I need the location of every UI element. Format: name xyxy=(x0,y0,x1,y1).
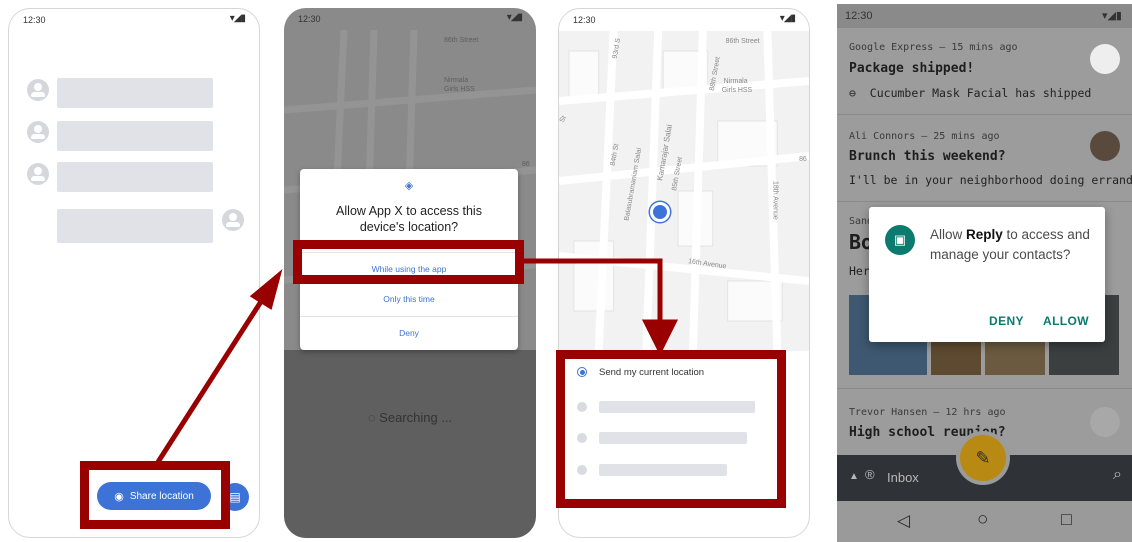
dialog-title: Allow App X to access this device's loca… xyxy=(336,204,482,234)
highlight-share-button xyxy=(80,461,230,529)
contacts-icon: ▣ xyxy=(885,225,915,255)
highlight-send-location xyxy=(556,350,786,508)
email-preview: I'll be in your neighborhood doing erran… xyxy=(849,173,1132,187)
email-card[interactable]: Google Express — 15 mins ago Package shi… xyxy=(837,28,1132,115)
status-icons: ▾◢▮ xyxy=(779,13,796,24)
highlight-while-using xyxy=(293,240,524,284)
pencil-icon: ✎ xyxy=(975,447,991,468)
map-view[interactable]: 86th Street Nirmala Girls HSS 88th Stree… xyxy=(559,31,809,351)
avatar-icon xyxy=(27,163,49,185)
status-bar: 12:30 ▾◢▮ xyxy=(559,9,809,31)
back-icon[interactable]: ◁ xyxy=(897,511,910,531)
map-graphic: 86th Street Nirmala Girls HSS 88th Stree… xyxy=(559,31,809,351)
recents-icon[interactable]: □ xyxy=(1061,509,1072,530)
package-icon: ⊖ xyxy=(849,86,856,100)
location-pin-icon: ◈ xyxy=(404,180,414,192)
permission-app-name: Reply xyxy=(966,227,1003,242)
google-logo-icon xyxy=(1090,44,1120,74)
map-label: 18th Avenue xyxy=(771,181,778,220)
status-icons: ▾◢▮ xyxy=(506,12,523,23)
email-meta: Ali Connors — 25 mins ago xyxy=(849,131,1000,142)
map-label: Nirmala xyxy=(724,78,748,85)
phone-email-screen: 12:30 ▾◢▮ Google Express — 15 mins ago P… xyxy=(837,4,1132,542)
deny-button[interactable]: DENY xyxy=(989,314,1024,328)
status-time: 12:30 xyxy=(298,14,321,24)
searching-status: ◌ Searching ... xyxy=(284,410,536,425)
message-placeholder xyxy=(57,78,213,108)
map-label: 86 xyxy=(799,156,807,163)
permission-message: Allow Reply to access and manage your co… xyxy=(930,225,1090,265)
inbox-label[interactable]: Inbox xyxy=(887,470,919,485)
permission-prefix: Allow xyxy=(930,227,967,242)
searching-label: Searching ... xyxy=(379,410,453,425)
email-card[interactable]: Ali Connors — 25 mins ago Brunch this we… xyxy=(837,115,1132,202)
only-this-time-button[interactable]: Only this time xyxy=(300,282,518,315)
email-subject: Brunch this weekend? xyxy=(849,149,1006,164)
email-preview: Her xyxy=(849,264,870,278)
home-icon[interactable]: ○ xyxy=(977,509,988,531)
map-label: 86th Street xyxy=(726,38,760,45)
status-bar: 12:30 ▾◢▮ xyxy=(9,9,259,31)
message-placeholder xyxy=(57,209,213,243)
avatar-icon xyxy=(1090,131,1120,161)
email-preview: ⊖ Cucumber Mask Facial has shipped xyxy=(849,86,1091,100)
map-label: Girls HSS xyxy=(722,87,753,94)
message-placeholder xyxy=(57,121,213,151)
system-nav-bar: ◁ ○ □ xyxy=(837,501,1132,542)
email-preview-text: Cucumber Mask Facial has shipped xyxy=(869,86,1092,100)
status-time: 12:30 xyxy=(845,10,873,22)
email-meta: Trevor Hansen — 12 hrs ago xyxy=(849,407,1006,418)
email-meta: Google Express — 15 mins ago xyxy=(849,42,1018,53)
current-location-marker xyxy=(650,202,670,222)
search-icon[interactable]: ⌕ xyxy=(1113,466,1122,484)
status-icons: ▾◢▮ xyxy=(1101,10,1122,22)
spinner-icon: ◌ xyxy=(367,410,376,425)
message-placeholder xyxy=(57,162,213,192)
avatar-icon xyxy=(1090,407,1120,437)
status-bar: 12:30 ▾◢▮ xyxy=(284,8,536,30)
status-bar: 12:30 ▾◢▮ xyxy=(837,4,1132,28)
email-subject: Package shipped! xyxy=(849,61,975,76)
compose-button[interactable]: ✎ xyxy=(960,435,1006,481)
status-time: 12:30 xyxy=(23,15,46,25)
reply-logo-icon: ® xyxy=(865,467,875,482)
status-time: 12:30 xyxy=(573,15,596,25)
deny-button[interactable]: Deny xyxy=(300,316,518,349)
phone-chat-screen: 12:30 ▾◢▮ ◉ Share location ▤ xyxy=(8,8,260,538)
status-icons: ▾◢▮ xyxy=(229,13,246,24)
avatar-icon xyxy=(222,209,244,231)
allow-button[interactable]: ALLOW xyxy=(1043,314,1089,328)
menu-up-icon[interactable]: ▲ xyxy=(849,471,859,482)
avatar-icon xyxy=(27,121,49,143)
contacts-permission-dialog: ▣ Allow Reply to access and manage your … xyxy=(869,207,1105,342)
avatar-icon xyxy=(27,79,49,101)
